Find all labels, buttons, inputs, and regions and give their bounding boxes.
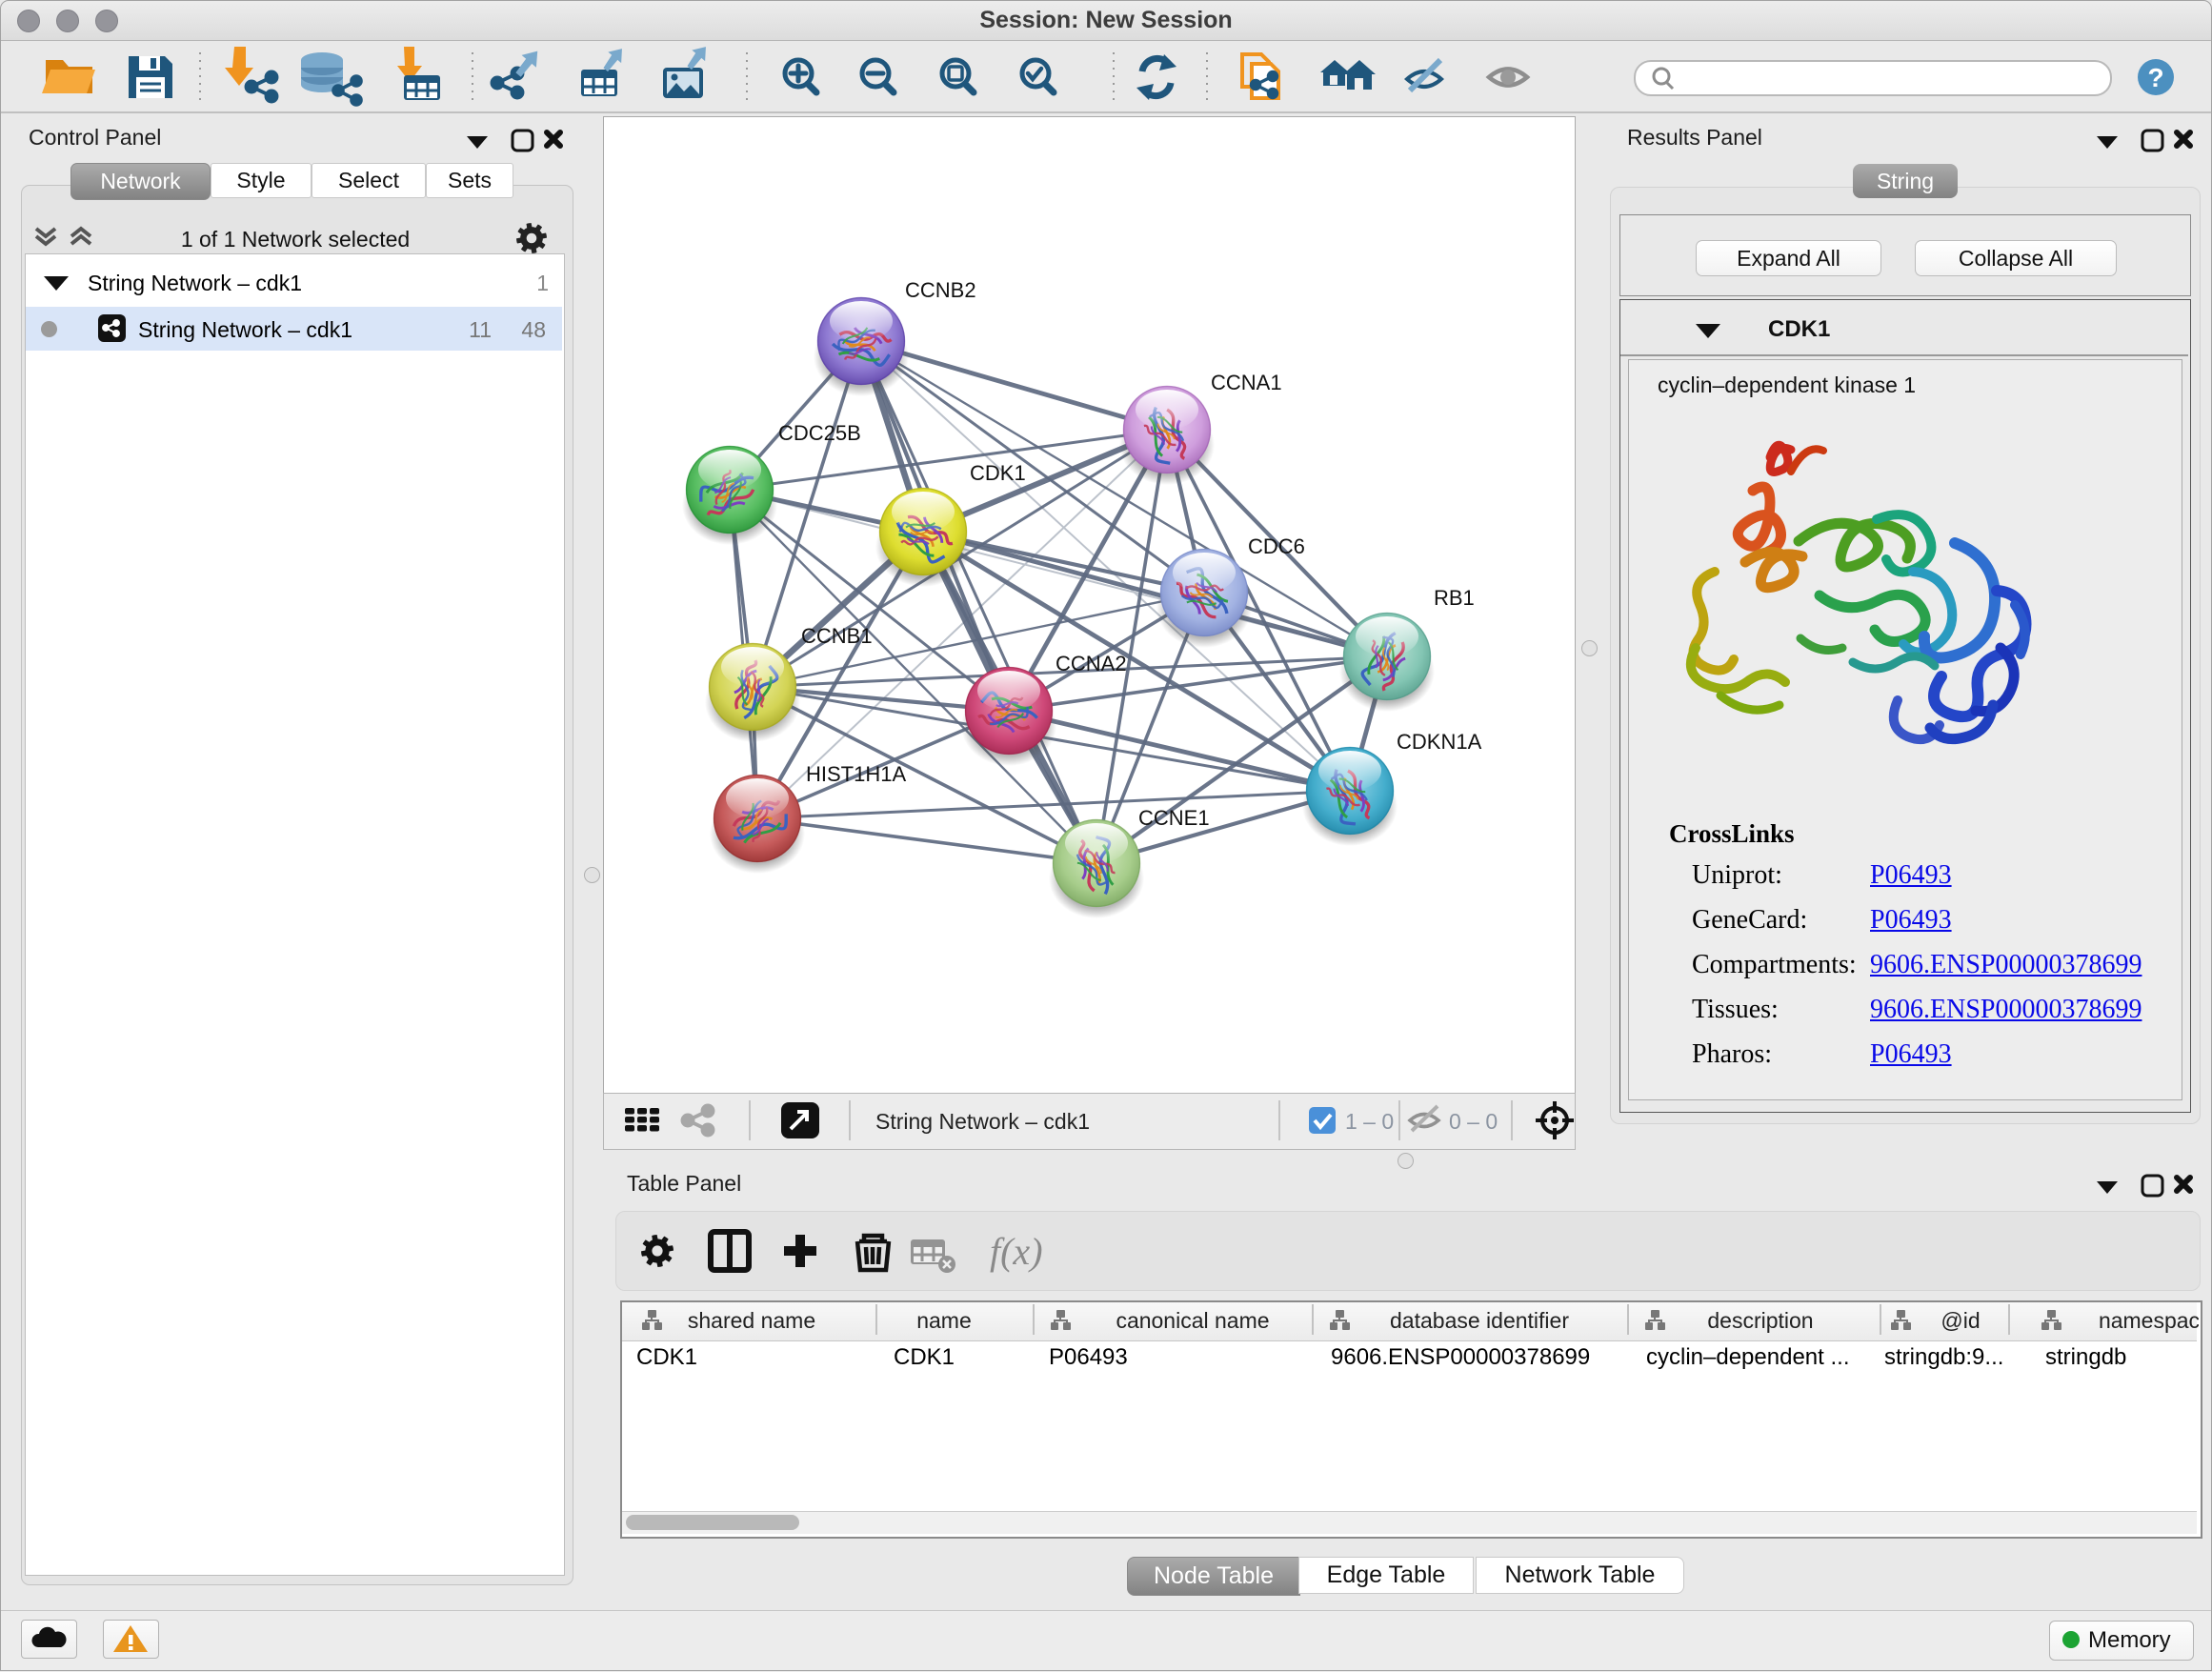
svg-text:CDK1: CDK1 [970, 461, 1026, 485]
svg-text:@id: @id [1941, 1308, 1980, 1333]
svg-text:HIST1H1A: HIST1H1A [806, 762, 906, 786]
svg-text:CCNB2: CCNB2 [905, 278, 976, 302]
svg-text:shared name: shared name [688, 1308, 815, 1333]
svg-text:CDC6: CDC6 [1248, 534, 1305, 558]
svg-text:database identifier: database identifier [1390, 1308, 1569, 1333]
svg-text:CCNE1: CCNE1 [1138, 806, 1210, 830]
svg-text:?: ? [2147, 63, 2163, 92]
svg-text:1 – 0: 1 – 0 [1345, 1109, 1394, 1134]
svg-text:canonical name: canonical name [1116, 1308, 1269, 1333]
svg-text:namespac: namespac [2099, 1308, 2199, 1333]
svg-text:description: description [1707, 1308, 1813, 1333]
svg-text:name: name [916, 1308, 972, 1333]
svg-text:CDC25B: CDC25B [778, 421, 861, 445]
svg-text:RB1: RB1 [1434, 586, 1475, 610]
svg-text:CDKN1A: CDKN1A [1397, 730, 1482, 754]
svg-text:CCNA1: CCNA1 [1211, 371, 1282, 394]
svg-text:f(x): f(x) [990, 1230, 1043, 1273]
svg-text:CCNB1: CCNB1 [801, 624, 873, 648]
svg-text:CCNA2: CCNA2 [1056, 652, 1127, 675]
svg-text:String Network – cdk1: String Network – cdk1 [875, 1109, 1090, 1134]
svg-text:0 – 0: 0 – 0 [1449, 1109, 1498, 1134]
